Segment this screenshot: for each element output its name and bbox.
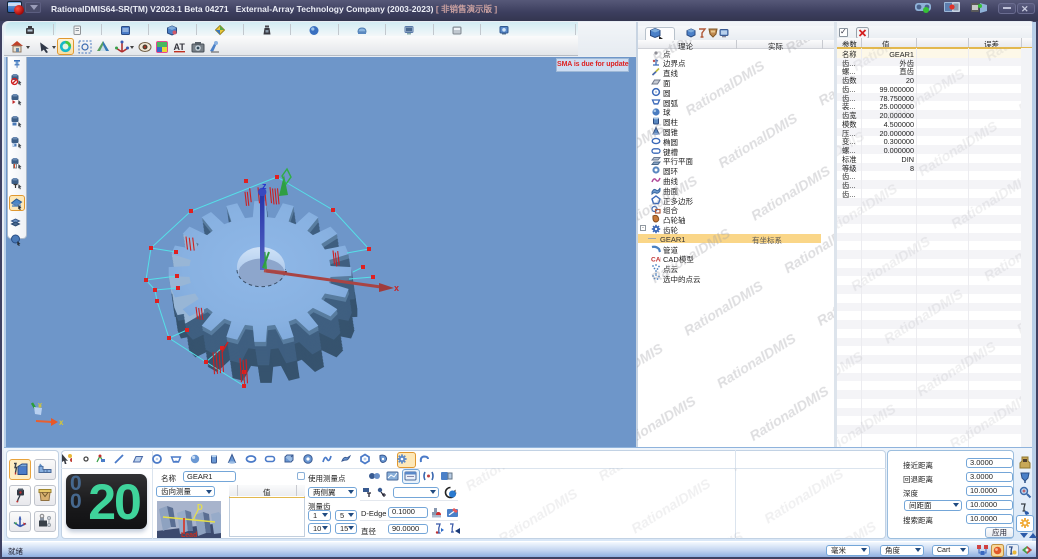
svg-text:D: D <box>197 503 203 512</box>
svg-text:z: z <box>262 181 267 191</box>
svg-text:Lead: Lead <box>181 532 197 538</box>
svg-text:x: x <box>59 418 64 427</box>
svg-text:x: x <box>394 283 399 293</box>
svg-text:AT: AT <box>174 42 186 52</box>
svg-text:¥: ¥ <box>38 403 42 410</box>
